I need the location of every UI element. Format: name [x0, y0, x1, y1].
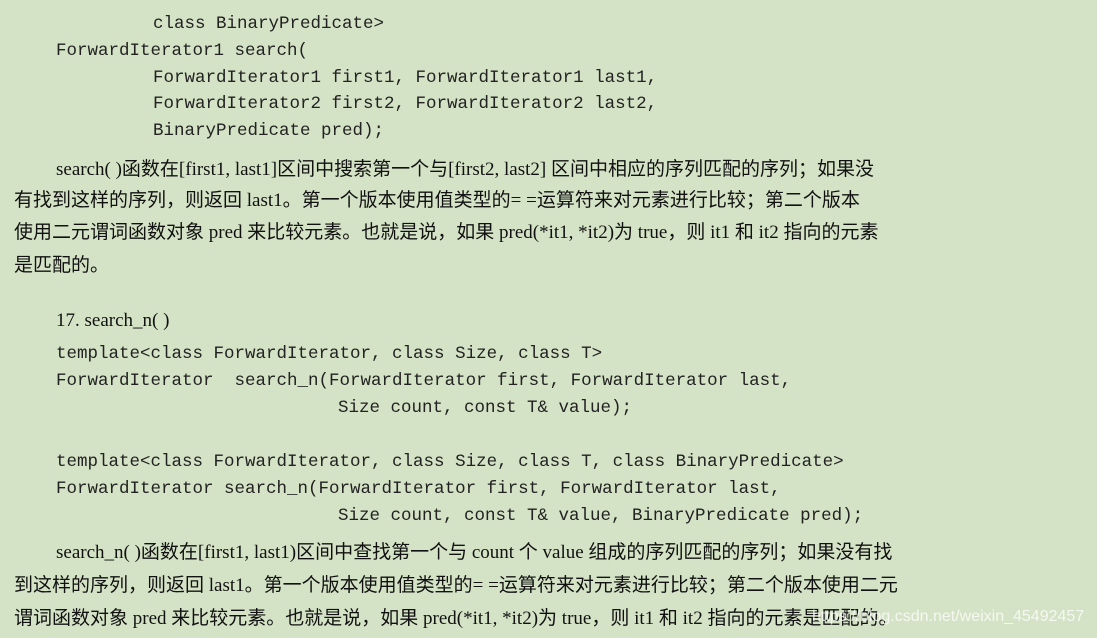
- code-line: ForwardIterator1 first1, ForwardIterator…: [153, 68, 658, 88]
- code-line: ForwardIterator search_n(ForwardIterator…: [56, 371, 792, 391]
- watermark: https://blog.csdn.net/weixin_45492457: [812, 608, 1085, 625]
- paragraph-line: 是匹配的。: [14, 255, 110, 276]
- paragraph-line: 使用二元谓词函数对象 pred 来比较元素。也就是说，如果 pred(*it1,…: [14, 222, 879, 243]
- paragraph-line: 到这样的序列，则返回 last1。第一个版本使用值类型的= =运算符来对元素进行…: [14, 575, 898, 596]
- code-line: template<class ForwardIterator, class Si…: [56, 344, 603, 364]
- code-line: class BinaryPredicate>: [153, 14, 385, 34]
- code-line: Size count, const T& value, BinaryPredic…: [338, 506, 864, 526]
- code-line: ForwardIterator1 search(: [56, 41, 309, 61]
- paragraph-line: search_n( )函数在[first1, last1)区间中查找第一个与 c…: [56, 542, 893, 563]
- paragraph-line: 有找到这样的序列，则返回 last1。第一个版本使用值类型的= =运算符来对元素…: [14, 190, 860, 211]
- code-line: template<class ForwardIterator, class Si…: [56, 452, 844, 472]
- code-line: ForwardIterator2 first2, ForwardIterator…: [153, 94, 658, 114]
- code-line: ForwardIterator search_n(ForwardIterator…: [56, 479, 781, 499]
- code-line: Size count, const T& value);: [338, 398, 633, 418]
- paragraph-line: search( )函数在[first1, last1]区间中搜索第一个与[fir…: [56, 159, 874, 180]
- section-heading: 17. search_n( ): [56, 310, 170, 331]
- code-line: BinaryPredicate pred);: [153, 121, 385, 141]
